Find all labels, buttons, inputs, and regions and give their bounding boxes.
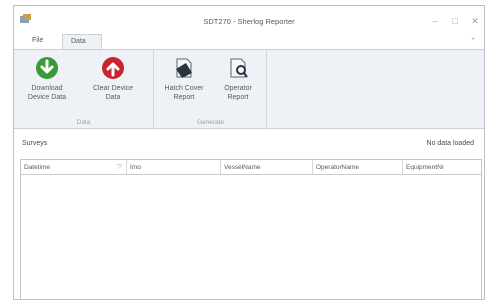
column-header-vesselname[interactable]: VesselName (221, 160, 313, 174)
surveys-label: Surveys (22, 140, 48, 147)
ribbon: Download Device Data Clear Device Data D… (14, 49, 484, 129)
download-device-data-button[interactable]: Download Device Data (20, 53, 74, 117)
clear-device-data-button[interactable]: Clear Device Data (86, 53, 140, 117)
column-header-imo[interactable]: Imo (127, 160, 221, 174)
group-label-generate: Generate (196, 119, 225, 126)
hatch-cover-report-button[interactable]: Hatch Cover Report (157, 53, 211, 117)
operator-report-button[interactable]: Operator Report (211, 53, 265, 117)
ribbon-group-data: Download Device Data Clear Device Data D… (14, 50, 154, 129)
tab-data[interactable]: Data (62, 34, 102, 49)
clear-label-line1: Clear Device (92, 85, 134, 92)
filter-icon[interactable]: ▽ (117, 163, 122, 170)
clear-label-line2: Data (105, 94, 121, 101)
title-bar: SDT270 - Sherlog Reporter – □ ✕ (14, 6, 484, 34)
app-window: SDT270 - Sherlog Reporter – □ ✕ File Dat… (13, 5, 485, 300)
column-header-equipmentnr[interactable]: EquipmentNr (403, 160, 481, 174)
ribbon-tabs: File Data ⌃ (14, 34, 484, 49)
hatch-label-line2: Report (173, 94, 195, 101)
tab-file[interactable]: File (24, 34, 51, 49)
maximize-button[interactable]: □ (448, 16, 462, 26)
column-header-operatorname[interactable]: OperatorName (313, 160, 403, 174)
hatch-report-icon (176, 58, 192, 78)
operator-label-line1: Operator (224, 85, 252, 92)
surveys-bar: Surveys No data loaded (14, 137, 484, 151)
download-label-line2: Device Data (27, 94, 67, 101)
download-label-line1: Download (31, 85, 63, 92)
ribbon-group-generate: Hatch Cover Report Operator Report Gener… (155, 50, 267, 129)
group-label-data: Data (76, 119, 91, 126)
data-status-text: No data loaded (426, 140, 474, 147)
hatch-label-line1: Hatch Cover (164, 85, 204, 92)
window-title: SDT270 - Sherlog Reporter (203, 17, 295, 26)
operator-label-line2: Report (227, 94, 249, 101)
surveys-grid[interactable]: Datetime ▽ Imo VesselName OperatorName E… (20, 159, 482, 300)
operator-report-icon (230, 58, 248, 78)
close-button[interactable]: ✕ (468, 16, 482, 26)
grid-header: Datetime ▽ Imo VesselName OperatorName E… (21, 160, 481, 175)
minimize-button[interactable]: – (428, 16, 442, 26)
download-icon (36, 57, 58, 79)
column-header-datetime[interactable]: Datetime ▽ (21, 160, 127, 174)
column-label-datetime: Datetime (24, 164, 51, 171)
collapse-ribbon-icon[interactable]: ⌃ (470, 37, 476, 45)
clear-icon (102, 57, 124, 79)
